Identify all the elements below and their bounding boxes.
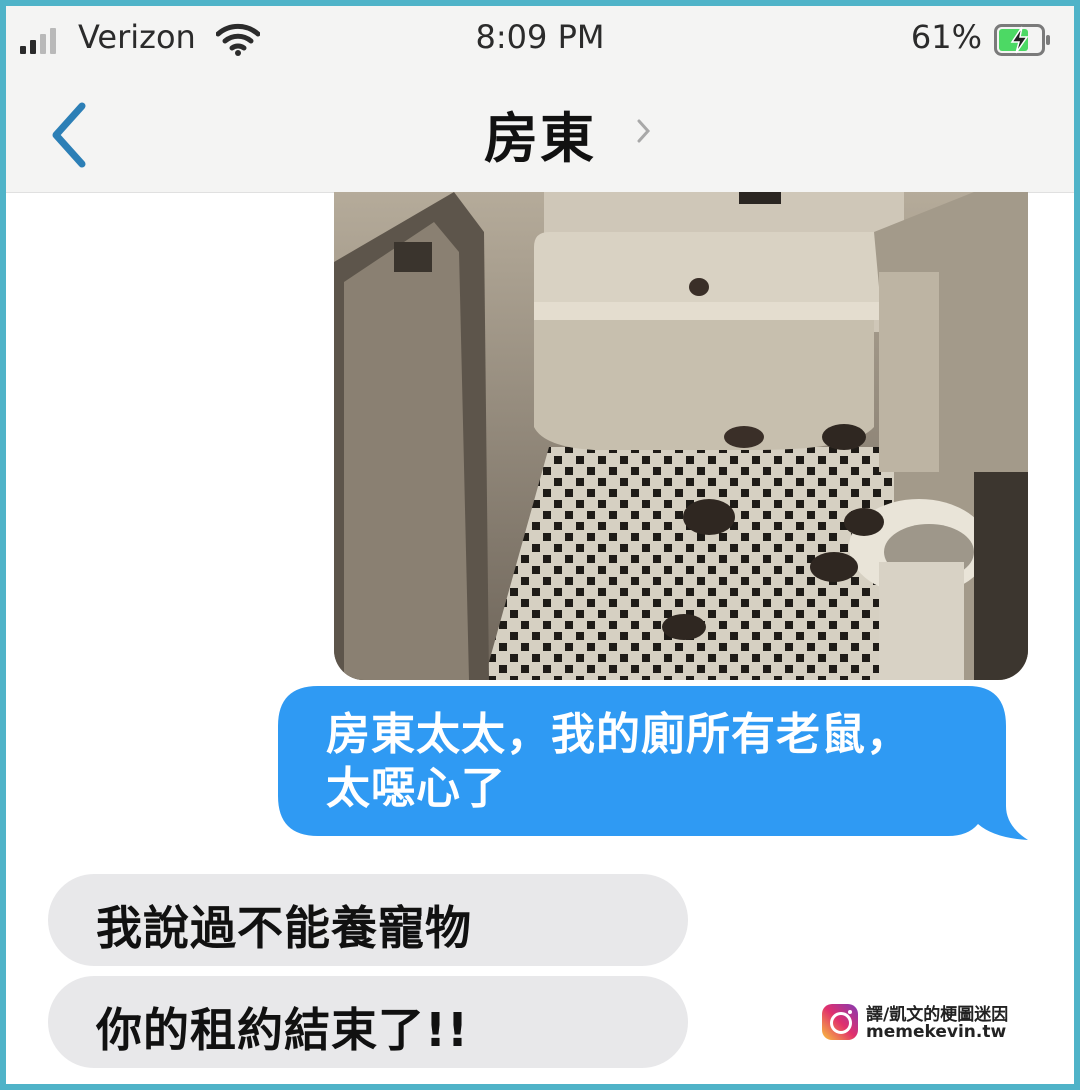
contact-name[interactable]: 房東 xyxy=(484,107,596,170)
sent-message-text: 房東太太，我的廁所有老鼠， 太噁心了 xyxy=(326,708,1006,816)
received-message-bubble[interactable]: 你的租約結束了!! xyxy=(48,976,688,1068)
contact-details-chevron-icon[interactable] xyxy=(636,118,652,144)
sent-message-bubble[interactable]: 房東太太，我的廁所有老鼠， 太噁心了 xyxy=(278,686,1028,842)
bathroom-photo xyxy=(334,192,1028,680)
received-message-bubble[interactable]: 我說過不能養寵物 xyxy=(48,874,688,966)
received-message-text: 你的租約結束了!! xyxy=(96,1003,469,1057)
conversation-header: 房東 xyxy=(6,70,1074,193)
battery-charging-icon xyxy=(994,24,1050,56)
instagram-icon xyxy=(822,1004,858,1040)
received-message-text: 我說過不能養寵物 xyxy=(96,901,472,955)
status-bar: Verizon 8:09 PM 61% xyxy=(6,6,1074,70)
sent-message-line: 房東太太，我的廁所有老鼠， xyxy=(326,709,911,760)
image-attachment[interactable] xyxy=(334,192,1028,680)
battery-percent: 61% xyxy=(910,18,982,56)
sent-message-line: 太噁心了 xyxy=(326,763,506,814)
watermark-handle: memekevin.tw xyxy=(866,1022,1007,1042)
